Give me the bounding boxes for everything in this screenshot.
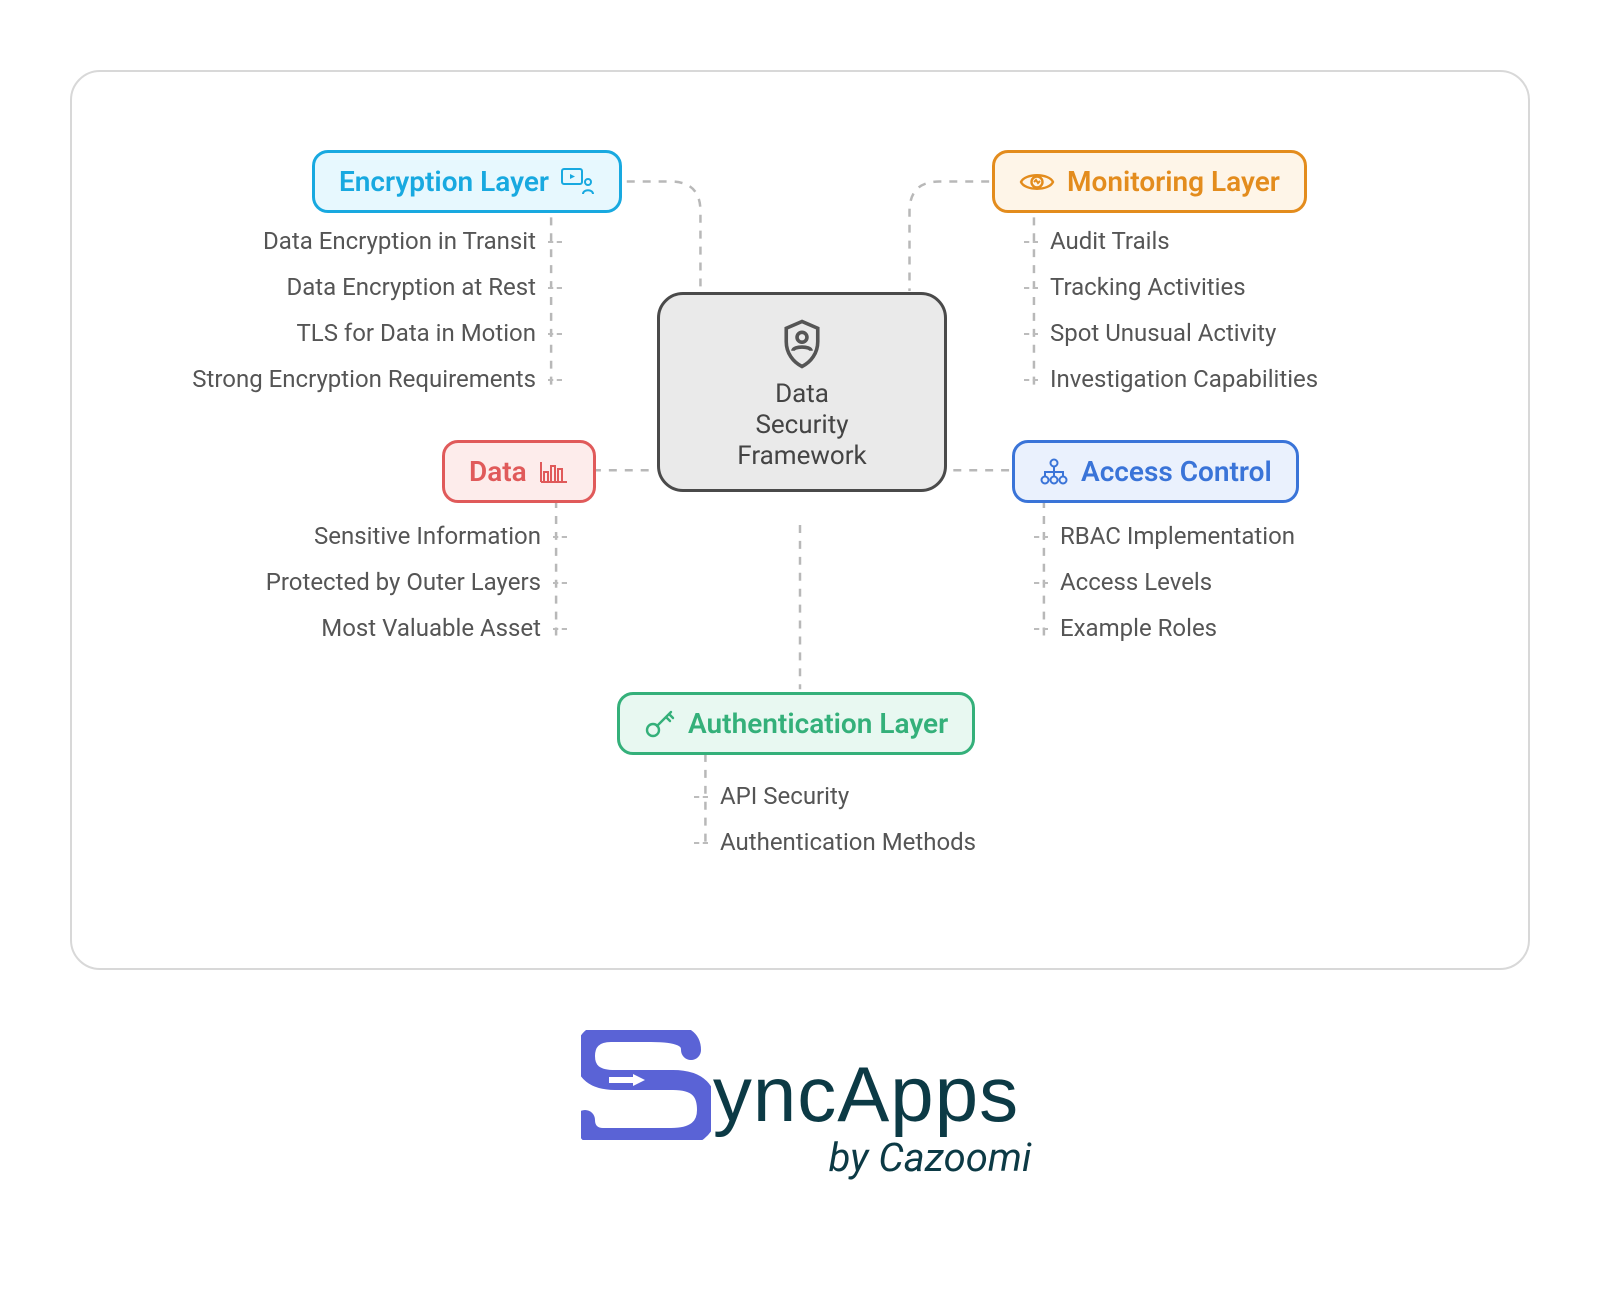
access-item: Access Levels (1034, 568, 1321, 596)
shield-person-icon (775, 317, 829, 371)
auth-item: Authentication Methods (694, 828, 1002, 856)
branch-monitoring-label: Monitoring Layer (1067, 165, 1280, 198)
encryption-item: Data Encryption at Rest (261, 273, 563, 301)
access-item: Example Roles (1034, 614, 1321, 642)
data-item: Most Valuable Asset (295, 614, 567, 642)
key-icon (644, 709, 676, 739)
hierarchy-icon (1039, 458, 1069, 486)
branch-auth-label: Authentication Layer (688, 707, 948, 740)
monitoring-item: Tracking Activities (1024, 273, 1344, 301)
encryption-items: Data Encryption in Transit Data Encrypti… (112, 227, 562, 393)
access-items: RBAC Implementation Access Levels Exampl… (1034, 522, 1321, 642)
video-person-icon (561, 168, 595, 196)
diagram-card: Data Security Framework Encryption Layer… (70, 70, 1530, 970)
logo-row: yncApps (581, 1030, 1019, 1140)
encryption-item: Data Encryption in Transit (237, 227, 562, 255)
logo-byline: by Cazoomi (829, 1134, 1032, 1181)
monitoring-item: Audit Trails (1024, 227, 1344, 255)
center-line1: Data (775, 379, 829, 410)
branch-data: Data (442, 440, 596, 503)
encryption-item: TLS for Data in Motion (270, 319, 562, 347)
branch-access-label: Access Control (1081, 455, 1272, 488)
branch-encryption: Encryption Layer (312, 150, 622, 213)
branch-data-label: Data (469, 455, 527, 488)
center-line2: Security (755, 410, 848, 441)
branch-monitoring: Monitoring Layer (992, 150, 1307, 213)
center-line3: Framework (737, 441, 866, 472)
branch-auth: Authentication Layer (617, 692, 975, 755)
branch-access: Access Control (1012, 440, 1299, 503)
data-item: Protected by Outer Layers (240, 568, 567, 596)
monitoring-item: Investigation Capabilities (1024, 365, 1344, 393)
syncapps-s-icon (581, 1030, 711, 1140)
auth-item: API Security (694, 782, 1002, 810)
eye-icon (1019, 170, 1055, 194)
center-node: Data Security Framework (657, 292, 947, 492)
logo: yncApps by Cazoomi (0, 1030, 1600, 1181)
bar-chart-icon (539, 460, 569, 484)
access-item: RBAC Implementation (1034, 522, 1321, 550)
monitoring-items: Audit Trails Tracking Activities Spot Un… (1024, 227, 1344, 393)
monitoring-item: Spot Unusual Activity (1024, 319, 1344, 347)
auth-items: API Security Authentication Methods (694, 782, 1002, 856)
branch-encryption-label: Encryption Layer (339, 165, 549, 198)
data-items: Sensitive Information Protected by Outer… (152, 522, 567, 642)
logo-brand-text: yncApps (713, 1049, 1019, 1140)
encryption-item: Strong Encryption Requirements (166, 365, 562, 393)
data-item: Sensitive Information (288, 522, 567, 550)
